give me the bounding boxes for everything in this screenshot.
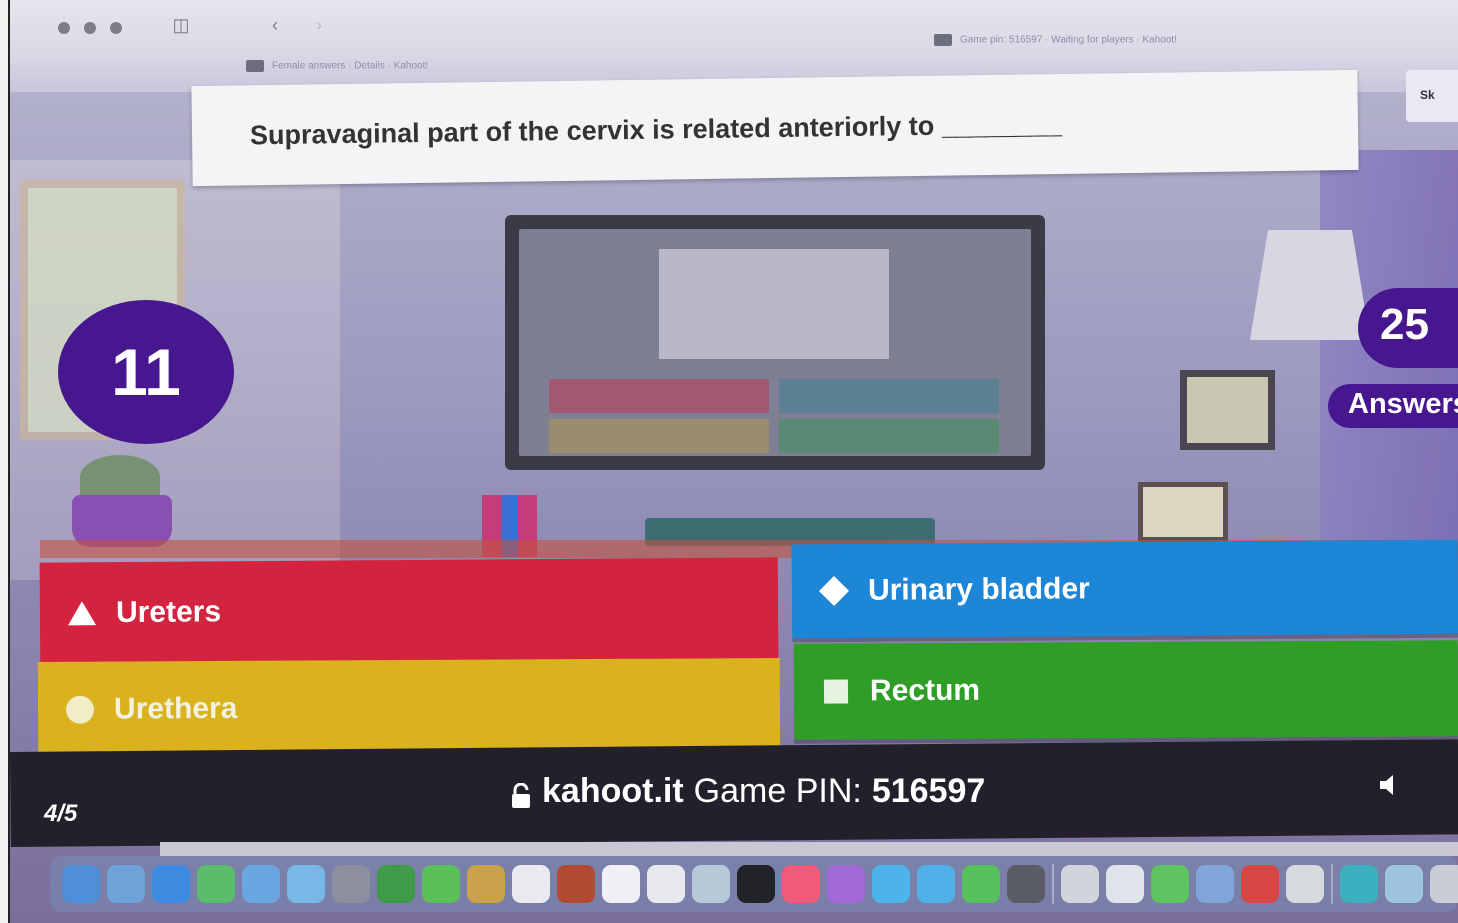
dock-app-icon[interactable] [242,865,280,903]
dock-app-icon[interactable] [557,865,595,903]
kahoot-screen: ◫ ‹ › Female answers · Details · Kahoot!… [10,0,1458,923]
square-icon [818,673,854,709]
page-scrollbar[interactable] [160,842,1458,856]
game-pin-info: kahoot.it Game PIN: 516597 [510,772,985,811]
dock-app-icon[interactable] [1430,865,1458,903]
triangle-icon [64,595,100,631]
answer-option-square[interactable]: Rectum [793,640,1458,740]
dock-app-icon[interactable] [1106,865,1144,903]
answer-option-circle[interactable]: Urethera [37,658,781,758]
plant-decoration [80,455,160,500]
diamond-icon [816,573,852,609]
tab-favicon-icon [934,34,952,46]
volume-icon[interactable] [1376,770,1406,800]
dock-app-icon[interactable] [872,865,910,903]
dock-app-icon[interactable] [287,865,325,903]
dock-app-icon[interactable] [602,865,640,903]
answers-count: 25 [1358,288,1458,368]
television-decoration [505,215,1045,470]
answer-label: Rectum [869,673,981,708]
minimize-window-button[interactable] [84,22,96,34]
dock-app-icon[interactable] [962,865,1000,903]
dock-app-icon[interactable] [1196,865,1234,903]
game-pin-value: 516597 [871,772,986,810]
dock-separator [1052,864,1054,904]
browser-tab-right[interactable]: Game pin: 516597 · Waiting for players ·… [934,34,1177,46]
dock-app-icon[interactable] [1286,865,1324,903]
game-pin-label: Game PIN: [693,772,862,810]
circle-icon [62,692,98,728]
answer-label: Ureters [115,595,222,630]
dock-app-icon[interactable] [782,865,820,903]
screen-bezel [0,0,10,923]
question-text: Supravaginal part of the cervix is relat… [249,108,1063,150]
dock-app-icon[interactable] [1385,865,1423,903]
dock-app-icon[interactable] [1241,865,1279,903]
dock-app-icon[interactable] [1061,865,1099,903]
dock-app-icon[interactable] [152,865,190,903]
macos-dock [50,856,1458,912]
dock-app-icon[interactable] [512,865,550,903]
lamp-decoration [1250,230,1370,340]
question-progress: 4/5 [44,800,78,827]
dock-app-icon[interactable] [1007,865,1045,903]
answer-option-triangle[interactable]: Ureters [39,557,779,665]
photo-frame-decoration [1138,482,1228,542]
answer-option-diamond[interactable]: Urinary bladder [791,539,1458,639]
zoom-window-button[interactable] [110,22,122,34]
dock-separator [1331,864,1333,904]
dock-app-icon[interactable] [107,865,145,903]
dock-app-icon[interactable] [917,865,955,903]
answers-label: Answers [1328,384,1458,428]
kahoot-site: kahoot.it [542,772,684,810]
dock-app-icon[interactable] [197,865,235,903]
dock-app-icon[interactable] [377,865,415,903]
dock-app-icon[interactable] [827,865,865,903]
close-window-button[interactable] [58,22,70,34]
browser-tab-left[interactable]: Female answers · Details · Kahoot! [246,60,428,72]
dock-app-icon[interactable] [62,865,100,903]
sidebar-toggle-icon[interactable]: ◫ [166,14,196,36]
answer-label: Urinary bladder [867,572,1090,607]
answer-label: Urethera [113,691,238,726]
dock-app-icon[interactable] [647,865,685,903]
dock-app-icon[interactable] [332,865,370,903]
dock-app-icon[interactable] [1151,865,1189,903]
lock-icon [510,779,532,808]
dock-app-icon[interactable] [692,865,730,903]
wall-picture-decoration [1180,370,1275,450]
dock-app-icon[interactable] [1340,865,1378,903]
tab-favicon-icon [246,60,264,72]
window-controls[interactable] [58,22,122,34]
dock-app-icon[interactable] [467,865,505,903]
countdown-timer: 11 [58,300,234,444]
skip-button[interactable]: Sk [1406,70,1458,122]
dock-app-icon[interactable] [422,865,460,903]
back-arrow-icon[interactable]: ‹ [260,14,290,36]
dock-app-icon[interactable] [737,865,775,903]
question-banner: Supravaginal part of the cervix is relat… [191,69,1359,187]
forward-arrow-icon[interactable]: › [304,14,334,36]
